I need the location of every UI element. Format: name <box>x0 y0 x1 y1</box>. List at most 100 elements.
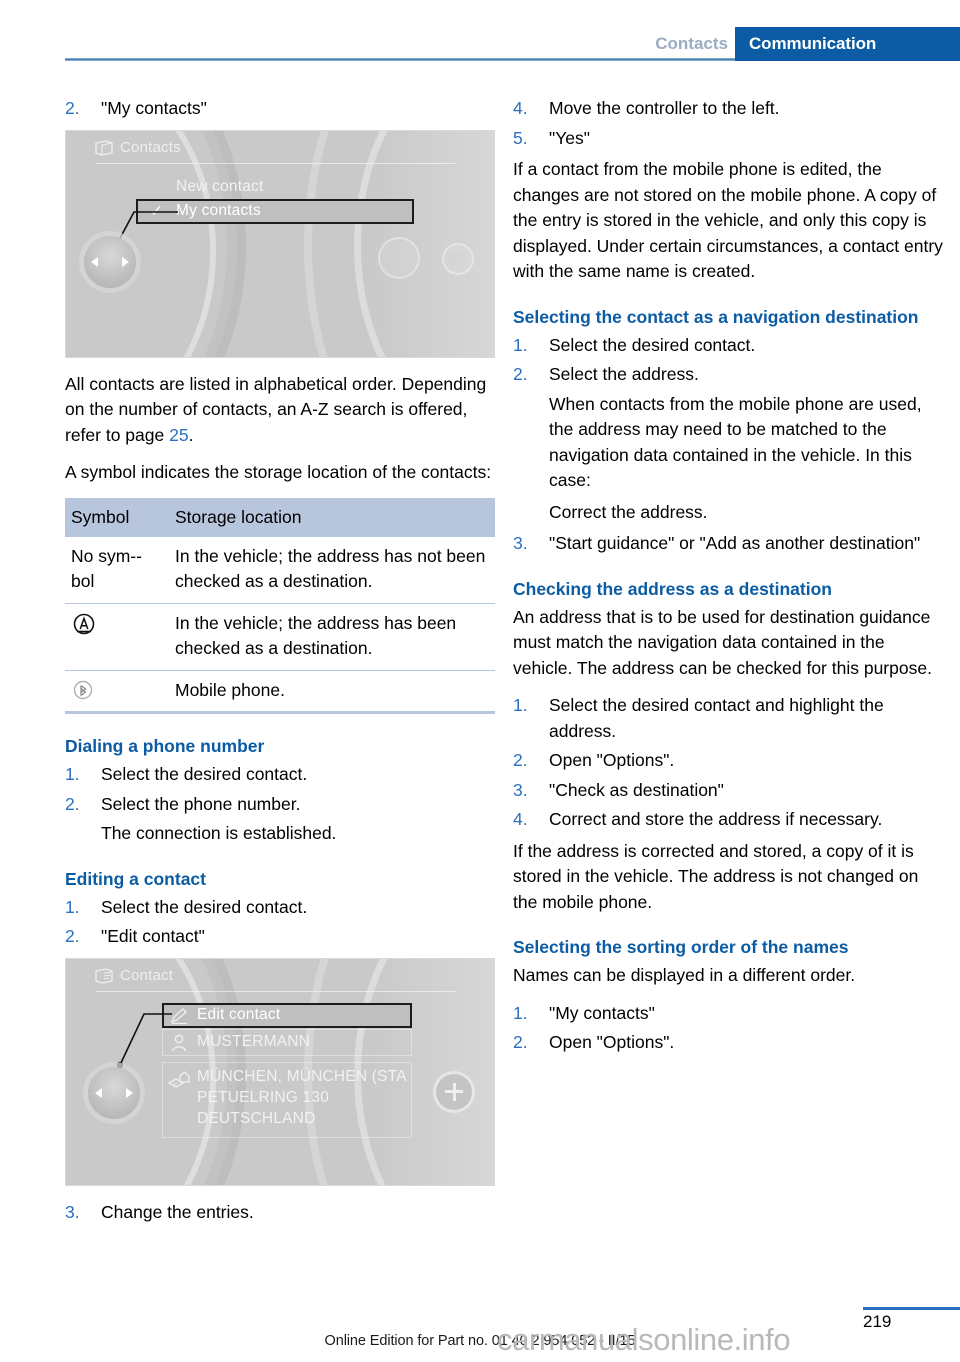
edition-text: Online Edition for Part no. 01 40 2 954 … <box>324 1333 636 1349</box>
left-column: 2. "My contacts" Contacts New contact ✓ … <box>65 96 495 1229</box>
note-address-matching: When contacts from the mobile phone are … <box>549 393 922 491</box>
step-number: 1. <box>513 1002 528 1023</box>
list-item: 2. Select the address. <box>513 362 943 388</box>
list-item: 5. "Yes" <box>513 126 943 152</box>
idrive-controller-knob[interactable] <box>88 1066 140 1119</box>
leader-line <box>116 1012 172 1068</box>
step-list-sorting-order: 1. "My contacts" 2. Open "Options". <box>513 1001 943 1056</box>
plus-icon[interactable] <box>436 1073 472 1110</box>
list-item: 2. "Edit contact" <box>65 924 495 950</box>
idrive-menu-item-my-contacts[interactable]: My contacts <box>176 202 261 220</box>
heading-selecting-contact-as-navigation-destination: Selecting the contact as a navigation de… <box>513 306 919 327</box>
list-item: 3. "Start guidance" or "Add as another d… <box>513 531 943 557</box>
note-correct-the-address: Correct the address. <box>549 501 708 522</box>
step-number: 5. <box>513 127 528 148</box>
idrive-title-label: Contacts <box>120 138 181 156</box>
table-cell-symbol: No sym-­ bol <box>65 536 169 604</box>
list-item: 1. Select the desired contact. <box>65 895 495 921</box>
table-cell-symbol <box>65 670 169 714</box>
step-text: Move the controller to the left. <box>549 98 780 118</box>
step-text: Correct and store the address if necessa… <box>549 809 883 829</box>
step-list-continued: 4. Move the controller to the left. 5. "… <box>513 96 943 151</box>
step-number: 4. <box>513 98 528 118</box>
step-list-editing: 1. Select the desired contact. 2. "Edit … <box>65 895 495 950</box>
step-text: Select the desired contact. <box>101 764 308 784</box>
arrow-right-icon <box>122 256 129 267</box>
step-list-checking-address: 1. Select the desired contact and highli… <box>513 693 943 833</box>
step-text: "My contacts" <box>549 1002 655 1023</box>
table-row: In the vehicle; the address has been che… <box>65 603 495 671</box>
arrow-right-icon <box>126 1087 133 1098</box>
idrive-title-bar: Contact <box>94 967 464 984</box>
idrive-title-divider <box>96 162 456 164</box>
contacts-book-icon <box>95 139 113 156</box>
idrive-row-edit-contact-label[interactable]: Edit contact <box>197 1006 280 1024</box>
heading-dialing-a-phone-number: Dialing a phone number <box>65 736 265 756</box>
idrive-row-address-lines: MÜNCHEN, MÜNCHEN (STA PETUELRING 130 DEU… <box>197 1066 407 1129</box>
step-text: Select the address. <box>549 364 699 384</box>
arrow-left-icon <box>91 256 98 267</box>
idrive-row-name-label: MUSTERMANN <box>197 1032 311 1050</box>
step-number: 2. <box>513 750 528 770</box>
list-item: 3. "Check as destination" <box>513 778 943 804</box>
list-item: 1. Select the desired contact and highli… <box>513 693 943 744</box>
idrive-menu-label: New contact <box>176 177 264 195</box>
manual-page: Contacts Communication 2. "My contacts" <box>0 0 960 1362</box>
step-list-my-contacts: 2. "My contacts" <box>65 96 495 122</box>
step-text: "Check as destination" <box>549 779 724 800</box>
footer-divider <box>863 1307 960 1310</box>
table-row: Mobile phone. <box>65 670 495 714</box>
step-text: "Yes" <box>549 127 590 148</box>
list-item: 2. Open "Options". <box>513 748 943 774</box>
step-number: 1. <box>65 764 80 784</box>
table-header-symbol: Symbol <box>65 497 169 537</box>
step-text: Select the phone number. <box>101 793 301 814</box>
list-item: 2. Open "Options". <box>513 1030 943 1056</box>
table-header-row: Symbol Storage location <box>65 497 495 537</box>
step-text: Open "Options". <box>549 750 675 770</box>
step-text: "Start guidance" or "Add as another dest… <box>549 533 921 553</box>
idrive-title-bar: Contacts <box>94 139 464 156</box>
list-item: 2. Select the phone number. <box>65 792 495 818</box>
step-list-nav-destination-3: 3. "Start guidance" or "Add as another d… <box>513 531 943 557</box>
nav-checked-circle-a-icon <box>73 613 95 634</box>
step-text: Change the entries. <box>101 1201 254 1222</box>
paragraph-address-copy-note: If the address is corrected and stored, … <box>513 840 919 912</box>
table-cell-location: In the vehicle; the address has been che… <box>169 603 495 671</box>
step-number: 2. <box>65 926 80 946</box>
list-item: 4. Move the controller to the left. <box>513 96 943 122</box>
page-reference[interactable]: 25 <box>169 425 188 445</box>
step-number: 3. <box>513 533 528 553</box>
list-item: 1. Select the desired contact. <box>65 762 495 788</box>
bluetooth-mobile-phone-icon <box>73 680 93 699</box>
list-item: 1. "My contacts" <box>513 1001 943 1027</box>
paragraph-alphabetical-order: All contacts are listed in alphabetical … <box>65 373 487 445</box>
breadcrumb-contacts: Contacts <box>655 34 728 53</box>
contact-card-icon[interactable] <box>378 236 420 279</box>
header-divider <box>65 58 735 61</box>
idrive-title-divider <box>96 990 456 992</box>
idrive-menu-item-new-contact[interactable]: New contact <box>176 178 264 196</box>
contact-card-icon <box>95 967 113 984</box>
address-line-2: PETUELRING 130 <box>197 1088 330 1106</box>
list-item: 1. Select the desired contact. <box>513 333 943 359</box>
heading-editing-a-contact: Editing a contact <box>65 868 206 889</box>
step-number: 3. <box>65 1201 80 1222</box>
heading-checking-address-as-destination: Checking the address as a destination <box>513 578 832 599</box>
idrive-title-label: Contact <box>120 966 174 984</box>
step-number: 2. <box>513 1032 528 1052</box>
step-number: 2. <box>65 98 80 118</box>
table-row: No sym-­ bol In the vehicle; the address… <box>65 536 495 604</box>
address-line-3: DEUTSCHLAND <box>197 1109 316 1127</box>
breadcrumb-communication-label: Communication <box>749 34 877 53</box>
step-text: Open "Options". <box>549 1032 675 1052</box>
step-number: 2. <box>513 364 528 384</box>
step-list-dialing: 1. Select the desired contact. 2. Select… <box>65 762 495 817</box>
phone-book-icon[interactable] <box>442 242 474 275</box>
step-number: 1. <box>65 896 80 917</box>
paragraph-edit-note: If a contact from the mobile phone is ed… <box>513 159 943 281</box>
page-number: 219 <box>863 1312 892 1331</box>
idrive-controller-knob[interactable] <box>84 235 136 288</box>
table-cell-location: In the vehicle; the address has not been… <box>169 536 495 604</box>
breadcrumb-communication-tab: Communication <box>735 27 960 61</box>
